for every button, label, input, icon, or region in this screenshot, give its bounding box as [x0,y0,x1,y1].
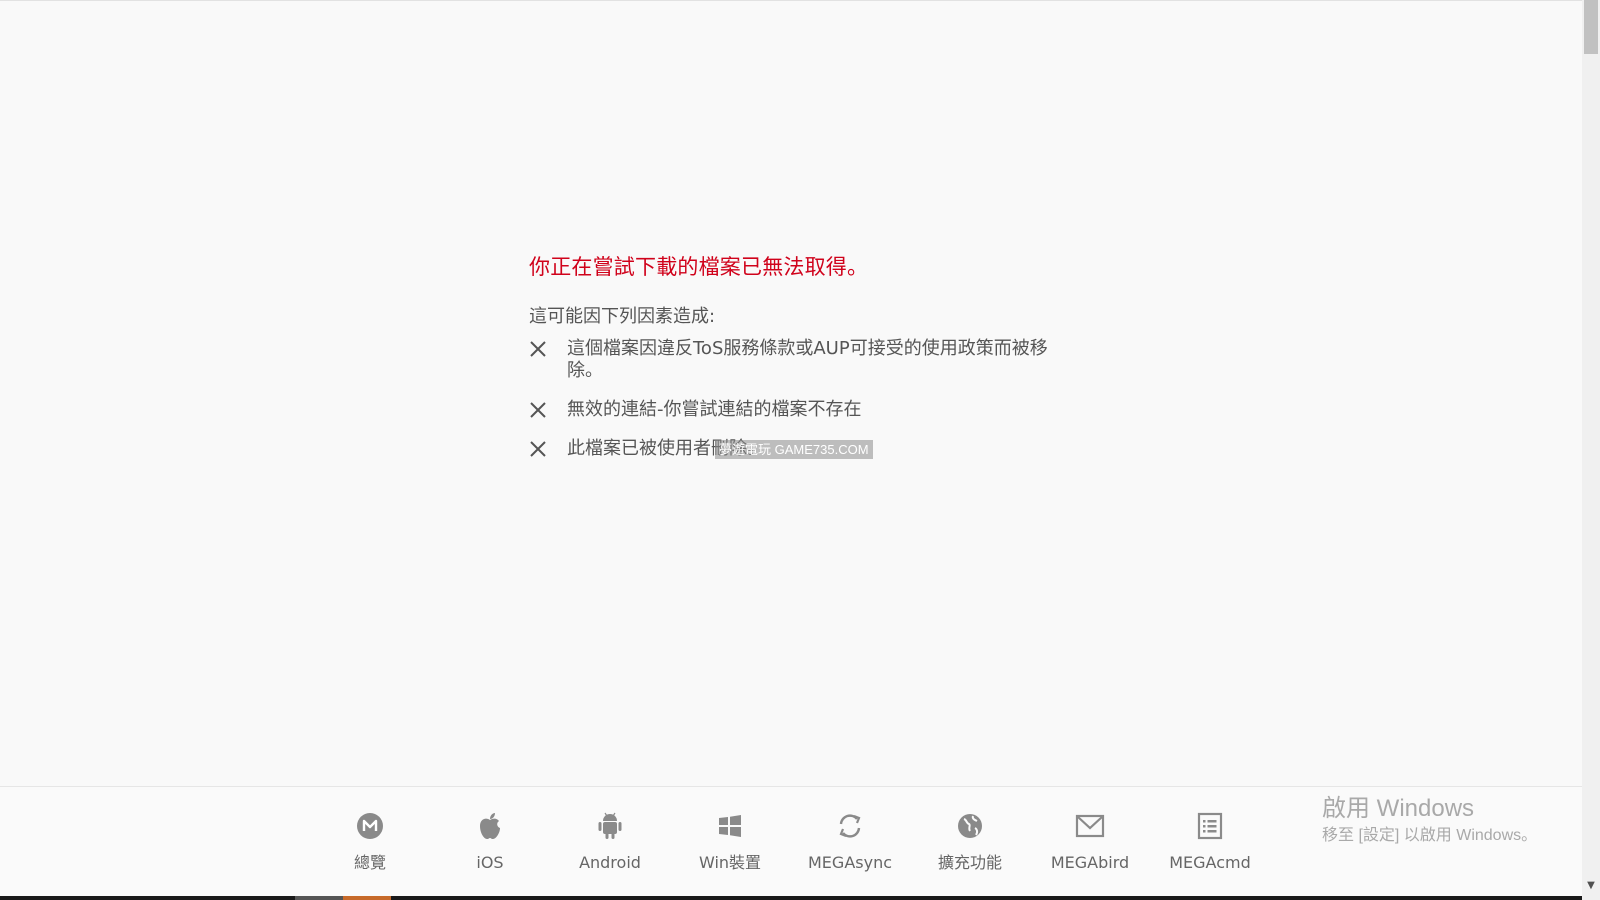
main-content: 你正在嘗試下載的檔案已無法取得。 這可能因下列因素造成: 這個檔案因違反ToS服… [0,0,1582,786]
reasons-intro: 這可能因下列因素造成: [529,306,716,327]
nav-item-android[interactable]: Android [550,787,670,897]
error-title: 你正在嘗試下載的檔案已無法取得。 [529,255,869,279]
nav-item-windows[interactable]: Win裝置 [670,787,790,897]
watermark-label: 夢遊電玩 GAME735.COM [715,440,873,459]
nav-item-ios[interactable]: iOS [430,787,550,897]
nav-label: Android [579,853,641,872]
windows-icon [713,809,747,843]
nav-label: MEGAsync [808,853,892,872]
nav-label: 擴充功能 [937,853,1002,872]
nav-label: iOS [476,853,504,872]
nav-label: MEGAcmd [1169,853,1251,872]
nav-label: Win裝置 [698,853,762,872]
bottom-bar [0,896,1600,900]
x-icon [530,341,546,357]
activate-windows-title: 啟用 Windows [1322,795,1475,822]
top-divider [0,0,1582,1]
reason-item: 這個檔案因違反ToS服務條款或AUP可接受的使用政策而被移除。 [529,338,1049,382]
page: 你正在嘗試下載的檔案已無法取得。 這可能因下列因素造成: 這個檔案因違反ToS服… [0,0,1600,900]
footer-app-nav: 總覽 iOS Android Win裝置 MEGAsync 擴充功能 MEGAb… [0,786,1582,897]
x-icon [530,402,546,418]
nav-item-megasync[interactable]: MEGAsync [790,787,910,897]
sync-icon [833,809,867,843]
nav-item-megacmd[interactable]: MEGAcmd [1150,787,1270,897]
globe-icon [953,809,987,843]
reason-text: 無效的連結-你嘗試連結的檔案不存在 [567,399,862,420]
nav-item-extensions[interactable]: 擴充功能 [910,787,1030,897]
bottom-bar-segment-active [343,896,391,900]
bottom-bar-segment [295,896,343,900]
android-icon [593,809,627,843]
nav-item-overview[interactable]: 總覽 [310,787,430,897]
activate-windows-watermark: 啟用 Windows 移至 [設定] 以啟用 Windows。 [1322,795,1537,847]
reason-text: 這個檔案因違反ToS服務條款或AUP可接受的使用政策而被移除。 [567,338,1048,381]
x-icon [530,441,546,457]
activate-windows-subtitle: 移至 [設定] 以啟用 Windows。 [1322,827,1538,844]
nav-label: 總覽 [353,853,386,872]
mega-logo-icon [353,809,387,843]
terminal-list-icon [1193,809,1227,843]
scrollbar-thumb[interactable] [1584,0,1598,54]
reason-item: 無效的連結-你嘗試連結的檔案不存在 [529,399,1049,421]
mail-icon [1073,809,1107,843]
vertical-scrollbar[interactable]: ▼ [1582,0,1600,900]
nav-item-megabird[interactable]: MEGAbird [1030,787,1150,897]
app-nav: 總覽 iOS Android Win裝置 MEGAsync 擴充功能 MEGAb… [310,787,1270,897]
scroll-down-arrow-icon[interactable]: ▼ [1585,880,1597,892]
nav-label: MEGAbird [1050,853,1130,872]
apple-icon [473,809,507,843]
